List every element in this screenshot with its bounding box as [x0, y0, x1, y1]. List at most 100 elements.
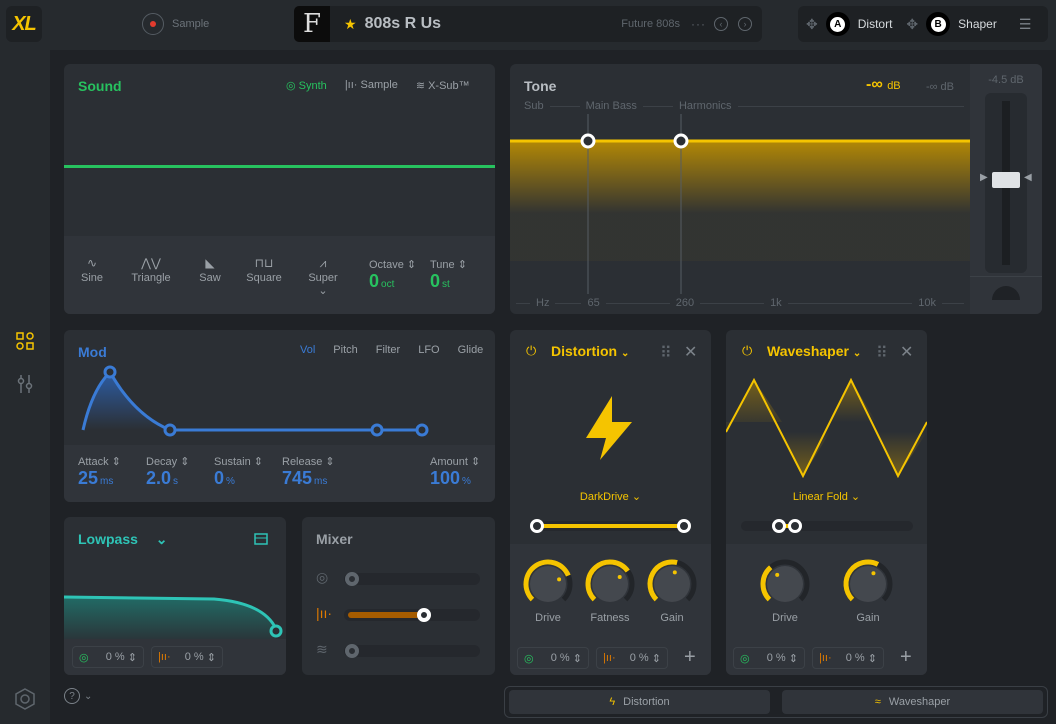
knob-drive[interactable]: [522, 558, 574, 610]
list-icon[interactable]: ☰: [1019, 16, 1032, 33]
fx-slot-a-badge[interactable]: A: [825, 12, 850, 36]
output-fader-handle[interactable]: [992, 172, 1020, 188]
modules-grid-icon[interactable]: [16, 332, 34, 350]
fx-slot-b-label[interactable]: Shaper: [958, 17, 997, 31]
octave-control[interactable]: Octave ⇕ 0 oct: [369, 258, 416, 292]
range-handle[interactable]: [772, 519, 786, 533]
range-handle[interactable]: [677, 519, 691, 533]
drag-handle-icon[interactable]: ⠿: [876, 343, 888, 363]
wave-icon: ≈: [874, 696, 881, 708]
favorite-star-icon[interactable]: ★: [344, 16, 357, 33]
output-db-label: -4.5 dB: [988, 74, 1024, 86]
super-chevron-icon[interactable]: ⌄: [293, 284, 353, 297]
envelope-release-node[interactable]: [415, 423, 429, 437]
output-meter: -4.5 dB ▶ ◀: [970, 64, 1042, 314]
sustain-control[interactable]: Sustain ⇕ 0%: [214, 455, 263, 489]
distortion-range-slider[interactable]: [530, 519, 691, 533]
waveshaper-title[interactable]: Waveshaper ⌄: [767, 343, 861, 359]
fx-slot-a-label[interactable]: Distort: [858, 17, 893, 31]
tab-filter[interactable]: Filter: [376, 344, 400, 356]
knob-gain[interactable]: [646, 558, 698, 610]
fx-slot-b-badge[interactable]: B: [926, 12, 951, 36]
help-button[interactable]: ? ⌄: [64, 688, 92, 704]
knob-drive[interactable]: [759, 558, 811, 610]
distortion-synth-mod-chip[interactable]: ◎ 0 % ⇕: [517, 647, 589, 669]
range-handle[interactable]: [530, 519, 544, 533]
next-preset-icon[interactable]: ›: [738, 17, 752, 31]
amount-control[interactable]: Amount ⇕ 100%: [430, 455, 480, 489]
mixer-level-slider[interactable]: [344, 644, 480, 658]
previous-preset-icon[interactable]: ‹: [714, 17, 728, 31]
mixer-level-slider[interactable]: [344, 608, 480, 622]
record-icon: [142, 13, 164, 35]
lightning-icon: ϟ: [609, 696, 616, 708]
tab-x-sub[interactable]: ≋ X-Sub™: [416, 79, 470, 92]
mod-panel: Mod Vol Pitch Filter LFO Glide Attack ⇕ 2…: [64, 330, 495, 502]
decay-control[interactable]: Decay ⇕ 2.0 s: [146, 455, 189, 489]
waveshaper-type-dropdown[interactable]: Linear Fold ⌄: [726, 490, 927, 503]
tune-control[interactable]: Tune ⇕ 0st: [430, 258, 467, 292]
add-modulation-icon[interactable]: +: [900, 646, 912, 669]
cutoff-handle[interactable]: [269, 624, 283, 638]
mixer-slider-handle[interactable]: [417, 608, 431, 622]
crossover-handle-high[interactable]: [673, 133, 689, 149]
envelope-decay-node[interactable]: [163, 423, 177, 437]
keyboard-icon[interactable]: [254, 533, 268, 545]
drag-handle-icon[interactable]: ⠿: [660, 343, 672, 363]
envelope-sustain-node[interactable]: [370, 423, 384, 437]
move-handle-icon[interactable]: ✥: [806, 16, 818, 33]
waveform-triangle[interactable]: ⋀⋁ Triangle: [121, 256, 181, 297]
waveform-selector: ∿ Sine ⋀⋁ Triangle ◣ Saw ⊓⊔ Square ⩘ Super ⌄: [67, 256, 353, 297]
tab-glide[interactable]: Glide: [458, 344, 484, 356]
preset-browser[interactable]: F ★ 808s R Us Future 808s ··· ‹ ›: [294, 6, 762, 42]
record-sample-button[interactable]: Sample: [142, 13, 209, 35]
tab-sample[interactable]: |ıı· Sample: [345, 79, 398, 92]
close-icon[interactable]: ✕: [900, 342, 913, 362]
filter-type-dropdown[interactable]: Lowpass ⌄: [78, 531, 168, 548]
knob-gain[interactable]: [842, 558, 894, 610]
waveshaper-sample-mod-chip[interactable]: |ıı· 0 % ⇕: [812, 647, 884, 669]
waveform-square[interactable]: ⊓⊔ Square: [239, 256, 289, 297]
knob-fatness[interactable]: [584, 558, 636, 610]
tab-vol[interactable]: Vol: [300, 344, 315, 356]
tab-synth[interactable]: ◎ Synth: [286, 79, 327, 92]
pan-knob[interactable]: [992, 286, 1020, 300]
move-handle-icon[interactable]: ✥: [906, 16, 918, 33]
attack-control[interactable]: Attack ⇕ 25 ms: [78, 455, 121, 489]
mixer-slider-handle[interactable]: [345, 572, 359, 586]
close-icon[interactable]: ✕: [684, 342, 697, 362]
sine-waveform-display: [64, 165, 495, 168]
envelope-graph[interactable]: [64, 360, 495, 440]
filter-synth-mod-chip[interactable]: ◎ 0 % ⇕: [72, 646, 144, 668]
waveform-super[interactable]: ⩘ Super ⌄: [293, 256, 353, 297]
power-icon[interactable]: ⏻: [526, 343, 536, 359]
settings-hexagon-icon[interactable]: [14, 688, 36, 710]
tone-eq-graph[interactable]: [510, 114, 970, 314]
waveshaper-synth-mod-chip[interactable]: ◎ 0 % ⇕: [733, 647, 805, 669]
filter-curve-graph[interactable]: [64, 587, 286, 639]
mixer-slider-handle[interactable]: [345, 644, 359, 658]
range-handle[interactable]: [788, 519, 802, 533]
waveform-sine[interactable]: ∿ Sine: [67, 256, 117, 297]
mixer-level-slider[interactable]: [344, 572, 480, 586]
distortion-type-dropdown[interactable]: DarkDrive ⌄: [510, 490, 711, 503]
envelope-attack-node[interactable]: [103, 365, 117, 379]
tone-title: Tone: [524, 78, 557, 94]
tab-pitch[interactable]: Pitch: [333, 344, 357, 356]
tab-distortion[interactable]: ϟ Distortion: [509, 690, 770, 714]
waveshaper-range-slider[interactable]: [741, 519, 913, 533]
mixer-sliders-icon[interactable]: [16, 374, 34, 394]
tab-waveshaper[interactable]: ≈ Waveshaper: [782, 690, 1043, 714]
distortion-sample-mod-chip[interactable]: |ıı· 0 % ⇕: [596, 647, 668, 669]
waveform-saw[interactable]: ◣ Saw: [185, 256, 235, 297]
tab-lfo[interactable]: LFO: [418, 344, 439, 356]
distortion-title[interactable]: Distortion ⌄: [551, 343, 629, 359]
power-icon[interactable]: ⏻: [742, 343, 752, 359]
filter-sample-mod-chip[interactable]: |ıı· 0 % ⇕: [151, 646, 223, 668]
more-options-icon[interactable]: ···: [691, 17, 706, 31]
fx-slot-bar: ✥ A Distort ✥ B Shaper ☰: [798, 6, 1048, 42]
crossover-handle-low[interactable]: [580, 133, 596, 149]
release-control[interactable]: Release ⇕ 745 ms: [282, 455, 335, 489]
preset-name[interactable]: 808s R Us: [365, 15, 442, 33]
add-modulation-icon[interactable]: +: [684, 646, 696, 669]
